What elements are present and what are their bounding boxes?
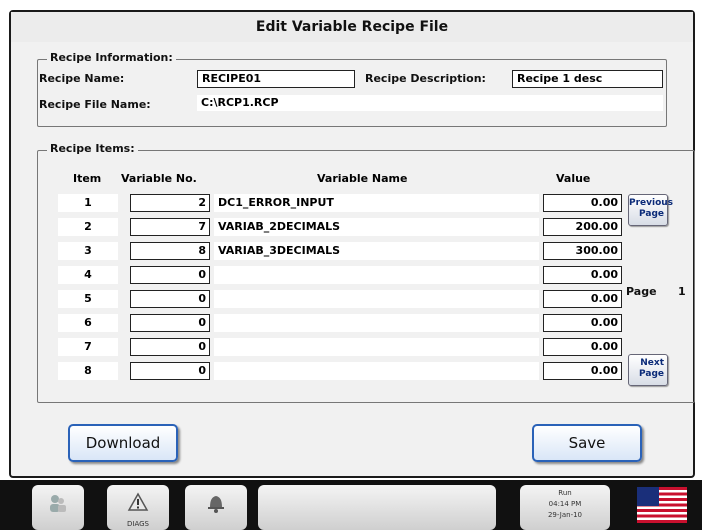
- value-field[interactable]: 0.00: [543, 266, 622, 284]
- us-flag-icon[interactable]: [637, 487, 687, 523]
- variable-name-cell: [214, 266, 539, 284]
- alarm-button[interactable]: [185, 485, 247, 530]
- variable-name-column-header: Variable Name: [317, 172, 408, 185]
- recipe-name-field[interactable]: RECIPE01: [197, 70, 355, 88]
- table-row: 6 0 0.00: [58, 314, 622, 334]
- table-row: 5 0 0.00: [58, 290, 622, 310]
- recipe-name-label: Recipe Name:: [39, 72, 125, 85]
- variable-no-field[interactable]: 7: [130, 218, 210, 236]
- variable-no-field[interactable]: 0: [130, 266, 210, 284]
- variable-no-field[interactable]: 0: [130, 362, 210, 380]
- window-title: Edit Variable Recipe File: [11, 12, 693, 42]
- users-icon: [47, 492, 69, 516]
- previous-page-button[interactable]: Previous Page: [628, 194, 674, 226]
- value-field[interactable]: 300.00: [543, 242, 622, 260]
- item-number: 5: [58, 290, 118, 308]
- item-number: 3: [58, 242, 118, 260]
- value-field[interactable]: 0.00: [543, 290, 622, 308]
- recipe-file-name-field[interactable]: C:\RCP1.RCP: [197, 95, 663, 111]
- diags-icon: [127, 492, 149, 516]
- users-button[interactable]: [32, 485, 84, 530]
- item-number: 6: [58, 314, 118, 332]
- page-label: Page: [626, 285, 657, 298]
- item-number: 2: [58, 218, 118, 236]
- previous-page-label-2: Page: [639, 209, 664, 219]
- value-field[interactable]: 0.00: [543, 314, 622, 332]
- value-field[interactable]: 0.00: [543, 362, 622, 380]
- value-field[interactable]: 200.00: [543, 218, 622, 236]
- variable-no-field[interactable]: 0: [130, 314, 210, 332]
- table-row: 7 0 0.00: [58, 338, 622, 358]
- variable-no-column-header: Variable No.: [121, 172, 197, 185]
- page-number: 1: [678, 285, 686, 298]
- download-button[interactable]: Download: [68, 424, 178, 462]
- table-row: 8 0 0.00: [58, 362, 622, 382]
- previous-page-label-1: Previous: [629, 198, 674, 208]
- alarm-bell-icon: [205, 492, 227, 516]
- item-column-header: Item: [73, 172, 102, 185]
- variable-name-cell: VARIAB_2DECIMALS: [214, 218, 539, 236]
- value-field[interactable]: 0.00: [543, 194, 622, 212]
- variable-name-cell: [214, 338, 539, 356]
- diags-label: DIAGS: [127, 520, 149, 528]
- recipe-description-field[interactable]: Recipe 1 desc: [512, 70, 663, 88]
- next-page-button[interactable]: Next Page: [628, 354, 668, 386]
- recipe-editor-window: Edit Variable Recipe File Recipe Informa…: [9, 10, 695, 478]
- variable-name-cell: [214, 314, 539, 332]
- item-number: 1: [58, 194, 118, 212]
- message-display: [258, 485, 496, 530]
- variable-name-cell: DC1_ERROR_INPUT: [214, 194, 539, 212]
- clock-date: 29-Jan-10: [547, 511, 583, 519]
- variable-name-cell: [214, 362, 539, 380]
- variable-no-field[interactable]: 8: [130, 242, 210, 260]
- run-status-clock: Run 04:14 PM 29-Jan-10: [520, 485, 610, 530]
- table-row: 3 8 VARIAB_3DECIMALS 300.00: [58, 242, 622, 262]
- recipe-description-label: Recipe Description:: [365, 72, 486, 85]
- item-number: 8: [58, 362, 118, 380]
- next-page-label-1: Next: [640, 358, 664, 368]
- variable-name-cell: VARIAB_3DECIMALS: [214, 242, 539, 260]
- recipe-items-legend: Recipe Items:: [47, 142, 138, 155]
- variable-no-field[interactable]: 0: [130, 290, 210, 308]
- variable-no-field[interactable]: 2: [130, 194, 210, 212]
- table-row: 2 7 VARIAB_2DECIMALS 200.00: [58, 218, 622, 238]
- value-field[interactable]: 0.00: [543, 338, 622, 356]
- table-row: 1 2 DC1_ERROR_INPUT 0.00: [58, 194, 622, 214]
- variable-no-field[interactable]: 0: [130, 338, 210, 356]
- item-number: 4: [58, 266, 118, 284]
- taskbar: DIAGS Run 04:14 PM 29-Jan-10: [0, 480, 702, 530]
- recipe-file-name-label: Recipe File Name:: [39, 98, 151, 111]
- variable-name-cell: [214, 290, 539, 308]
- diags-button[interactable]: DIAGS: [107, 485, 169, 530]
- item-number: 7: [58, 338, 118, 356]
- clock-time: 04:14 PM: [548, 500, 582, 508]
- run-status-text: Run: [558, 489, 572, 497]
- save-button[interactable]: Save: [532, 424, 642, 462]
- next-page-label-2: Page: [639, 369, 664, 379]
- table-row: 4 0 0.00: [58, 266, 622, 286]
- value-column-header: Value: [556, 172, 591, 185]
- recipe-information-legend: Recipe Information:: [47, 51, 176, 64]
